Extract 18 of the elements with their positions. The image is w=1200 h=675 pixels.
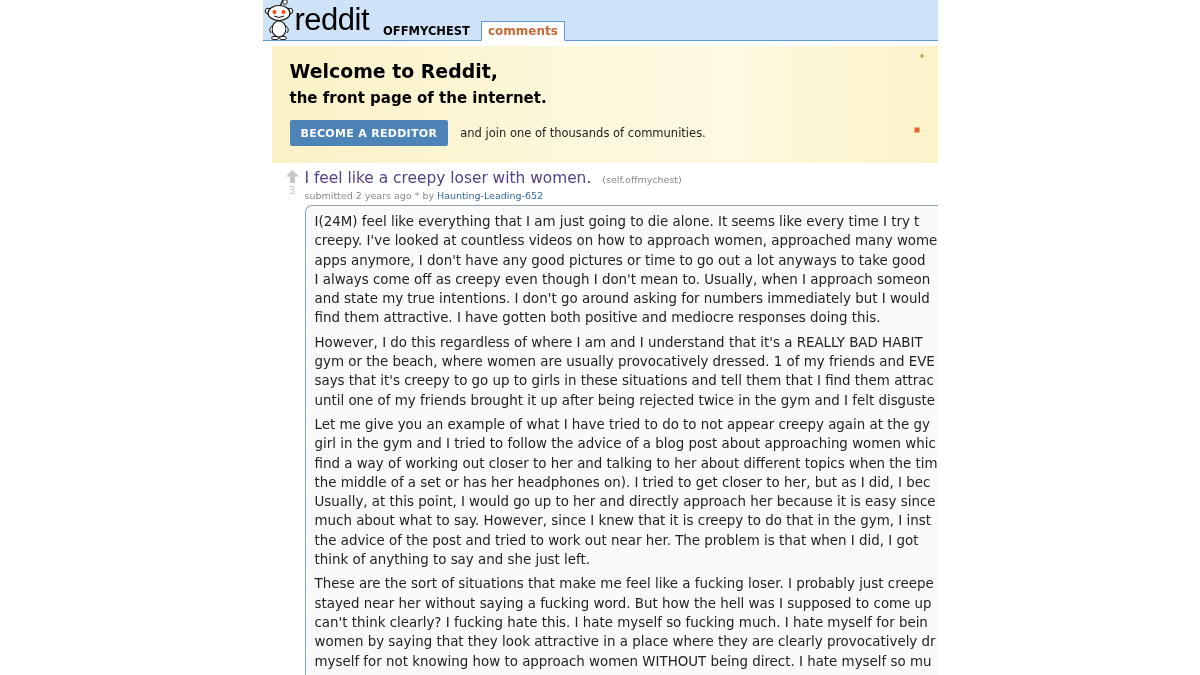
post-tagline: submitted 2 years ago * by Haunting-Leading-652 xyxy=(304,190,544,202)
post-domain[interactable]: (self.offmychest) xyxy=(602,170,682,190)
banner-tagline: and join one of thousands of communities. xyxy=(460,126,706,140)
signup-button[interactable]: BECOME A REDDITOR xyxy=(289,120,449,146)
logo-wordmark[interactable]: reddit xyxy=(294,4,370,35)
star-icon xyxy=(918,53,925,59)
post-score: 3 xyxy=(288,184,296,197)
post-title-link[interactable]: I feel like a creepy loser with women. xyxy=(304,168,592,188)
post-paragraph: However, I do this regardless of where I am and I understand that it's a REALLY BAD HABIT gym or the beach, where women are usually provocatively dressed. 1 of my friends and EVE says that it's creepy to go up to girls in these situations and tell them that I find them attrac until one of my friends brought it up after being rejected twice in the gym and I felt disguste xyxy=(314,333,937,410)
subreddit-name[interactable]: OFFMYCHEST xyxy=(383,24,470,38)
post-paragraph: These are the sort of situations that make me feel like a fucking loser. I probably just creepe stayed near her without saying a fucking word. But how the hell was I supposed to come up can't think clearly? I fucking hate this. I hate myself so fucking much. I hate myself for bein women by saying that they look attractive in a place where they are clearly provocatively dr myself for not knowing how to approach women WITHOUT being direct. I hate myself so mu xyxy=(314,575,937,671)
banner-subtitle: the front page of the internet. xyxy=(289,88,547,109)
banner-title: Welcome to Reddit, xyxy=(289,59,498,83)
post-paragraph: I(24M) feel like everything that I am just going to die alone. It seems like every time I try t creepy. I've looked at countless videos on how to approach women, approached many wome apps anymore, I don't have any good pictures or time to go out a lot anyways to take good I always come off as creepy even though I don't mean to. Usually, when I approach someon and state my true intentions. I don't go around asking for numbers immediately but I would find them attractive. I have gotten both positive and mediocre responses doing this. xyxy=(314,213,938,328)
author-link[interactable]: Haunting-Leading-652 xyxy=(437,190,544,201)
alien-mascot-icon[interactable] xyxy=(263,0,294,40)
post-paragraph: Let me give you an example of what I have tried to do to not appear creepy again at the gy girl in the gym and I tried to follow the advice of a blog post about approaching women whic find a way of working out closer to her and talking to her about different topics when the tim the middle of a set or has her headphones on). I tried to get closer to her, but as I did, I bec Usually, at this point, I would go up to her and directly approach her because it is easy since much about what to say. However, since I knew that it is creepy to do that in the gym, I inst the advice of the post and tried to work out near her. The problem is that when I did, I got think of anything to say and she just left. xyxy=(314,415,938,570)
nav-tab[interactable]: comments xyxy=(480,21,565,41)
